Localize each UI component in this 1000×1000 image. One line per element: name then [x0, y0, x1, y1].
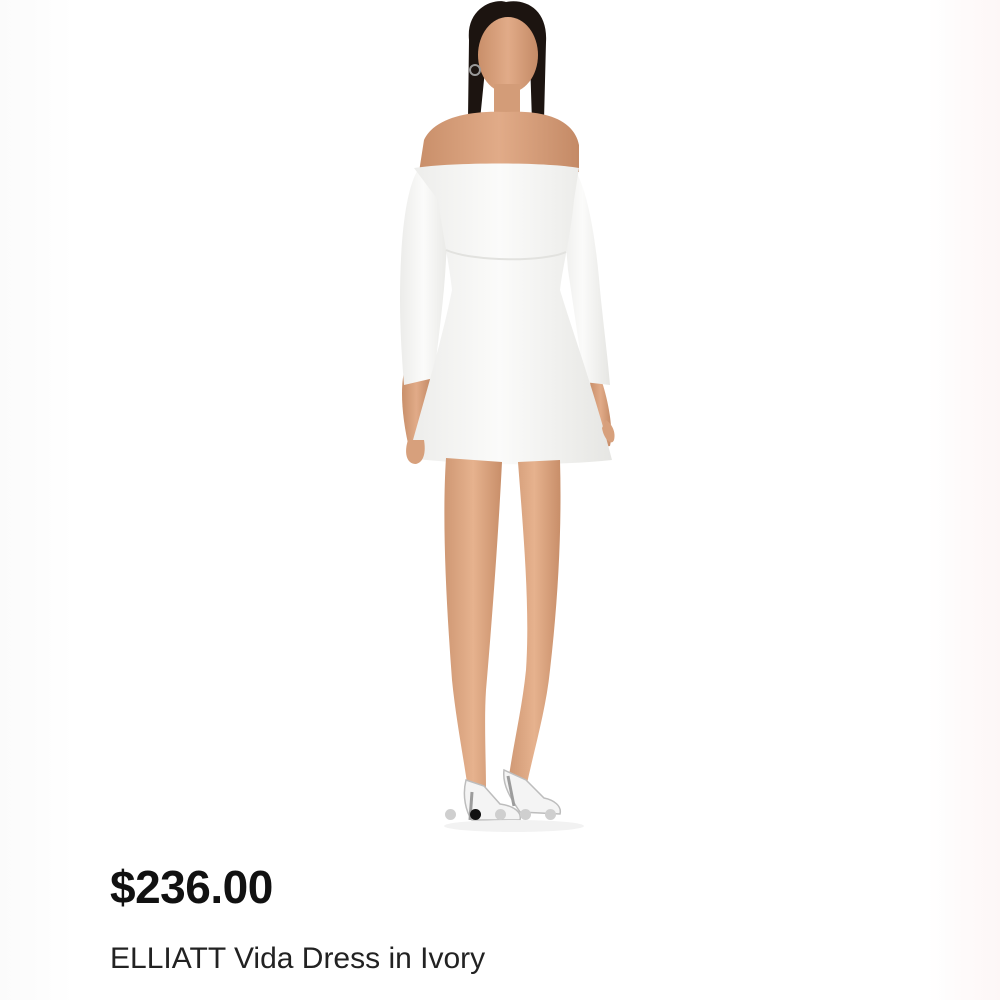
left-edge-background	[0, 0, 74, 1000]
carousel-dot-1[interactable]	[444, 808, 456, 820]
product-listing-page: $236.00 ELLIATT Vida Dress in Ivory	[0, 0, 1000, 1000]
carousel-dots	[0, 807, 1000, 821]
right-leg	[508, 460, 561, 788]
right-edge-background	[928, 0, 1000, 1000]
product-price: $236.00	[110, 861, 273, 913]
product-image-carousel[interactable]	[74, 0, 928, 840]
carousel-dot-2[interactable]	[469, 808, 481, 820]
product-photo	[400, 1, 615, 832]
face	[478, 17, 538, 93]
shoulders	[419, 111, 579, 172]
carousel-dot-5[interactable]	[544, 808, 556, 820]
carousel-dot-3[interactable]	[494, 808, 506, 820]
product-title: ELLIATT Vida Dress in Ivory	[110, 942, 486, 975]
left-leg	[444, 458, 502, 790]
carousel-dot-4[interactable]	[519, 808, 531, 820]
